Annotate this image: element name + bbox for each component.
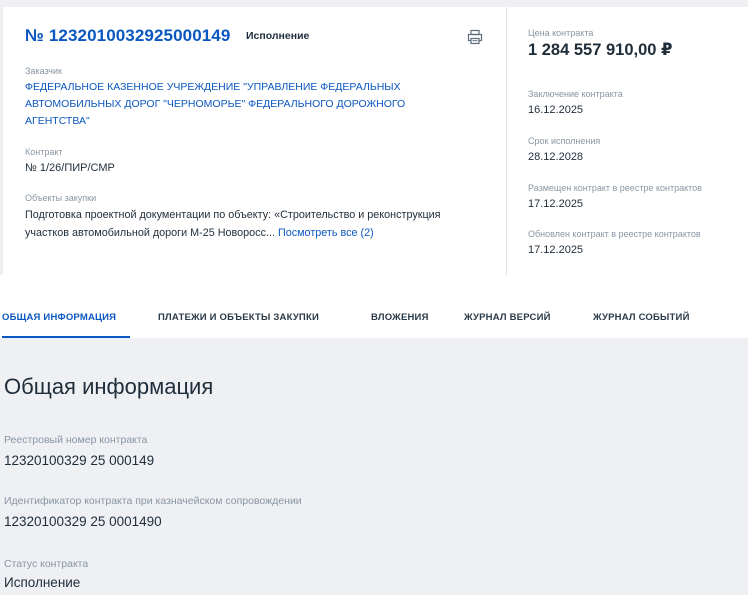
term-label: Срок исполнения (528, 136, 601, 146)
registry-number-label: Реестровый номер контракта (4, 434, 148, 446)
tabs-spacer (0, 275, 748, 295)
updated-date: 17.12.2025 (528, 244, 584, 256)
treasury-id-label: Идентификатор контракта при казначейском… (4, 495, 302, 507)
contract-value: № 1/26/ПИР/СМР (25, 162, 115, 174)
treasury-id-value: 12320100329 25 0001490 (4, 514, 162, 529)
contract-status-value: Исполнение (4, 575, 81, 590)
conclusion-date: 16.12.2025 (528, 104, 584, 116)
contract-price: 1 284 557 910,00 ₽ (528, 41, 673, 59)
printer-icon[interactable] (467, 29, 483, 45)
customer-link[interactable]: ФЕДЕРАЛЬНОЕ КАЗЕННОЕ УЧРЕЖДЕНИЕ "УПРАВЛЕ… (25, 79, 455, 130)
general-info-section: Общая информация Реестровый номер контра… (0, 338, 748, 595)
customer-label: Заказчик (25, 66, 62, 76)
tab-general-info[interactable]: ОБЩАЯ ИНФОРМАЦИЯ (2, 312, 116, 323)
placed-date: 17.12.2025 (528, 198, 584, 210)
tab-event-log[interactable]: ЖУРНАЛ СОБЫТИЙ (593, 312, 690, 323)
tab-version-log[interactable]: ЖУРНАЛ ВЕРСИЙ (464, 312, 551, 323)
term-date: 28.12.2028 (528, 151, 584, 163)
objects-label: Объекты закупки (25, 193, 97, 203)
contract-summary: Цена контракта 1 284 557 910,00 ₽ Заключ… (507, 7, 748, 275)
placed-label: Размещен контракт в реестре контрактов (528, 183, 702, 193)
tab-payments-objects[interactable]: ПЛАТЕЖИ И ОБЪЕКТЫ ЗАКУПКИ (158, 312, 319, 323)
updated-label: Обновлен контракт в реестре контрактов (528, 229, 701, 239)
tab-bar: ОБЩАЯ ИНФОРМАЦИЯ ПЛАТЕЖИ И ОБЪЕКТЫ ЗАКУП… (0, 295, 748, 338)
objects-description: Подготовка проектной документации по объ… (25, 207, 485, 242)
show-all-objects-link[interactable]: Посмотреть все (2) (278, 227, 374, 239)
objects-text: Подготовка проектной документации по объ… (25, 209, 441, 239)
section-title: Общая информация (4, 374, 214, 399)
contract-main-info: № 1232010032925000149 Исполнение Заказчи… (3, 7, 507, 275)
contract-card: № 1232010032925000149 Исполнение Заказчи… (3, 7, 748, 275)
conclusion-label: Заключение контракта (528, 89, 623, 99)
contract-status-label: Статус контракта (4, 558, 89, 570)
tab-attachments[interactable]: ВЛОЖЕНИЯ (371, 312, 429, 323)
status-badge: Исполнение (246, 30, 310, 42)
registry-number-value: 12320100329 25 000149 (4, 453, 155, 468)
contract-number-link[interactable]: № 1232010032925000149 (25, 26, 230, 46)
price-label: Цена контракта (528, 28, 594, 38)
contract-label: Контракт (25, 147, 63, 157)
